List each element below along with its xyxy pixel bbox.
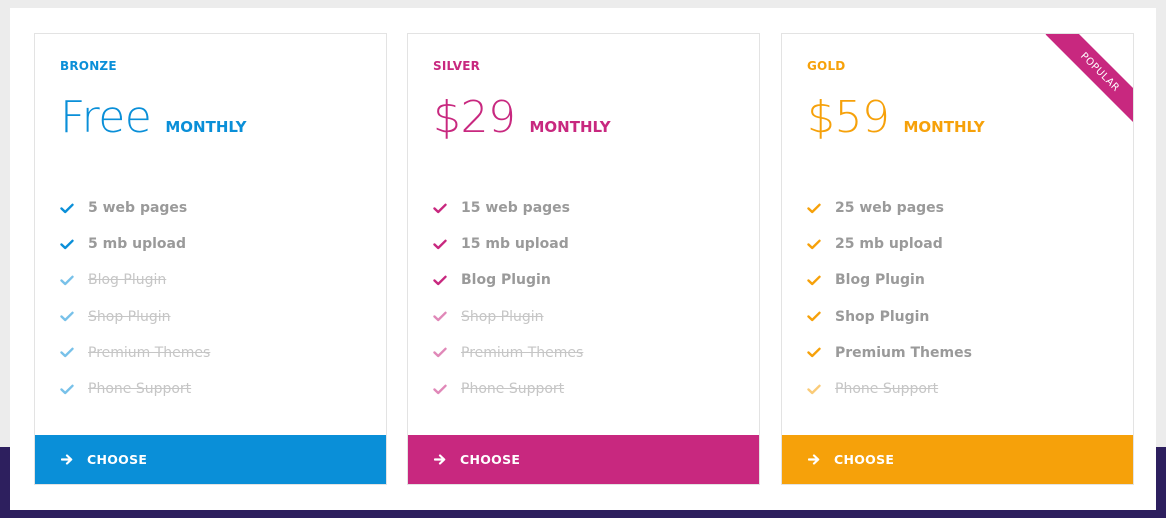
check-icon — [433, 347, 461, 358]
check-icon — [60, 275, 88, 286]
feature-item: Phone Support — [433, 371, 583, 407]
feature-item: 5 web pages — [60, 190, 210, 226]
check-icon — [807, 275, 835, 286]
check-icon — [433, 311, 461, 322]
feature-item: Premium Themes — [807, 335, 972, 371]
choose-button-silver[interactable]: CHOOSE — [408, 435, 759, 484]
check-icon — [60, 384, 88, 395]
choose-label: CHOOSE — [460, 452, 521, 467]
plan-period: MONTHLY — [165, 118, 247, 136]
feature-label: Shop Plugin — [88, 308, 171, 325]
choose-label: CHOOSE — [87, 452, 148, 467]
plan-price: $29 — [433, 92, 516, 143]
feature-item: Blog Plugin — [433, 262, 583, 298]
check-icon — [433, 203, 461, 214]
check-icon — [807, 239, 835, 250]
feature-item: 15 mb upload — [433, 226, 583, 262]
feature-label: Shop Plugin — [835, 308, 930, 325]
popular-ribbon: POPULAR — [1041, 34, 1133, 126]
check-icon — [807, 384, 835, 395]
feature-list: 25 web pages 25 mb upload Blog Plugin Sh… — [807, 190, 972, 407]
plan-card-bronze: BRONZE Free MONTHLY 5 web pages 5 mb upl… — [34, 33, 387, 485]
choose-button-bronze[interactable]: CHOOSE — [35, 435, 386, 484]
check-icon — [60, 311, 88, 322]
feature-list: 15 web pages 15 mb upload Blog Plugin Sh… — [433, 190, 583, 407]
feature-label: Phone Support — [461, 381, 565, 398]
feature-item: Premium Themes — [60, 335, 210, 371]
plan-price: Free — [60, 92, 152, 143]
check-icon — [433, 275, 461, 286]
choose-button-gold[interactable]: CHOOSE — [782, 435, 1133, 484]
feature-list: 5 web pages 5 mb upload Blog Plugin Shop… — [60, 190, 210, 407]
price-row: $29 MONTHLY — [433, 96, 611, 140]
check-icon — [807, 203, 835, 214]
check-icon — [60, 239, 88, 250]
plan-period: MONTHLY — [529, 118, 611, 136]
feature-label: Shop Plugin — [461, 308, 544, 325]
feature-item: Shop Plugin — [433, 299, 583, 335]
arrow-right-icon — [434, 454, 460, 465]
feature-label: Blog Plugin — [88, 272, 167, 289]
feature-label: Phone Support — [835, 381, 939, 398]
feature-item: Blog Plugin — [60, 262, 210, 298]
feature-item: Blog Plugin — [807, 262, 972, 298]
pricing-panel: BRONZE Free MONTHLY 5 web pages 5 mb upl… — [10, 8, 1156, 510]
check-icon — [60, 347, 88, 358]
feature-label: 5 mb upload — [88, 236, 186, 253]
check-icon — [433, 384, 461, 395]
feature-label: 5 web pages — [88, 200, 188, 217]
ribbon-label: POPULAR — [1045, 34, 1133, 126]
feature-label: 15 web pages — [461, 200, 570, 217]
plan-period: MONTHLY — [903, 118, 985, 136]
feature-item: 25 mb upload — [807, 226, 972, 262]
feature-label: Blog Plugin — [835, 272, 925, 289]
feature-item: Premium Themes — [433, 335, 583, 371]
feature-label: Phone Support — [88, 381, 192, 398]
feature-label: Premium Themes — [461, 344, 584, 361]
check-icon — [60, 203, 88, 214]
plan-tier: GOLD — [807, 59, 846, 73]
plan-price: $59 — [807, 92, 890, 143]
feature-label: Blog Plugin — [461, 272, 551, 289]
price-row: Free MONTHLY — [60, 96, 246, 140]
plan-tier: BRONZE — [60, 59, 117, 73]
price-row: $59 MONTHLY — [807, 96, 985, 140]
feature-item: Phone Support — [807, 371, 972, 407]
feature-label: Premium Themes — [835, 344, 972, 361]
plan-tier: SILVER — [433, 59, 481, 73]
plan-card-gold: POPULAR GOLD $59 MONTHLY 25 web pages 25… — [781, 33, 1134, 485]
feature-label: 25 web pages — [835, 200, 944, 217]
feature-item: 15 web pages — [433, 190, 583, 226]
feature-label: 15 mb upload — [461, 236, 569, 253]
feature-item: Shop Plugin — [807, 299, 972, 335]
feature-label: 25 mb upload — [835, 236, 943, 253]
feature-item: Shop Plugin — [60, 299, 210, 335]
feature-label: Premium Themes — [88, 344, 211, 361]
plan-card-silver: SILVER $29 MONTHLY 15 web pages 15 mb up… — [407, 33, 760, 485]
arrow-right-icon — [808, 454, 834, 465]
feature-item: 5 mb upload — [60, 226, 210, 262]
feature-item: Phone Support — [60, 371, 210, 407]
feature-item: 25 web pages — [807, 190, 972, 226]
check-icon — [807, 347, 835, 358]
check-icon — [807, 311, 835, 322]
arrow-right-icon — [61, 454, 87, 465]
choose-label: CHOOSE — [834, 452, 895, 467]
check-icon — [433, 239, 461, 250]
